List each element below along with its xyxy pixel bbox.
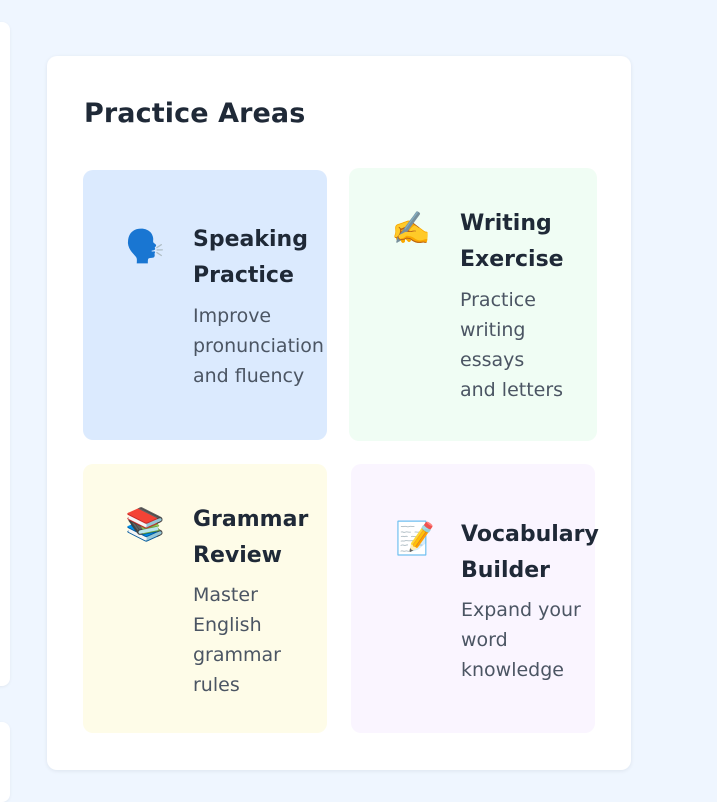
practice-areas-panel: Practice Areas 🗣️ Speaking Practice Impr… <box>47 56 631 770</box>
books-icon: 📚 <box>125 505 165 543</box>
card-description: Improve pronunciation and fluency <box>193 305 324 387</box>
card-title: Vocabulary Builder <box>461 522 599 583</box>
speaking-head-icon: 🗣️ <box>125 227 165 265</box>
card-title: Speaking Practice <box>193 227 308 288</box>
speaking-practice-card[interactable]: 🗣️ Speaking Practice Improve pronunciati… <box>83 170 327 440</box>
card-title: Grammar Review <box>193 507 309 568</box>
vocabulary-builder-card[interactable]: 📝 Vocabulary Builder Expand your word kn… <box>351 464 599 733</box>
writing-hand-icon: ✍️ <box>391 209 431 247</box>
left-panel-edge-lower <box>0 722 10 802</box>
panel-title: Practice Areas <box>84 98 306 129</box>
card-title: Writing Exercise <box>460 211 564 272</box>
grammar-review-card[interactable]: 📚 Grammar Review Master English grammar … <box>83 464 327 733</box>
left-panel-edge <box>0 22 10 686</box>
card-description: Master English grammar rules <box>193 584 281 696</box>
card-description: Expand your word knowledge <box>461 599 581 681</box>
writing-exercise-card[interactable]: ✍️ Writing Exercise Practice writing ess… <box>349 168 597 441</box>
card-description: Practice writing essays and letters <box>460 289 564 401</box>
memo-icon: 📝 <box>395 519 435 557</box>
